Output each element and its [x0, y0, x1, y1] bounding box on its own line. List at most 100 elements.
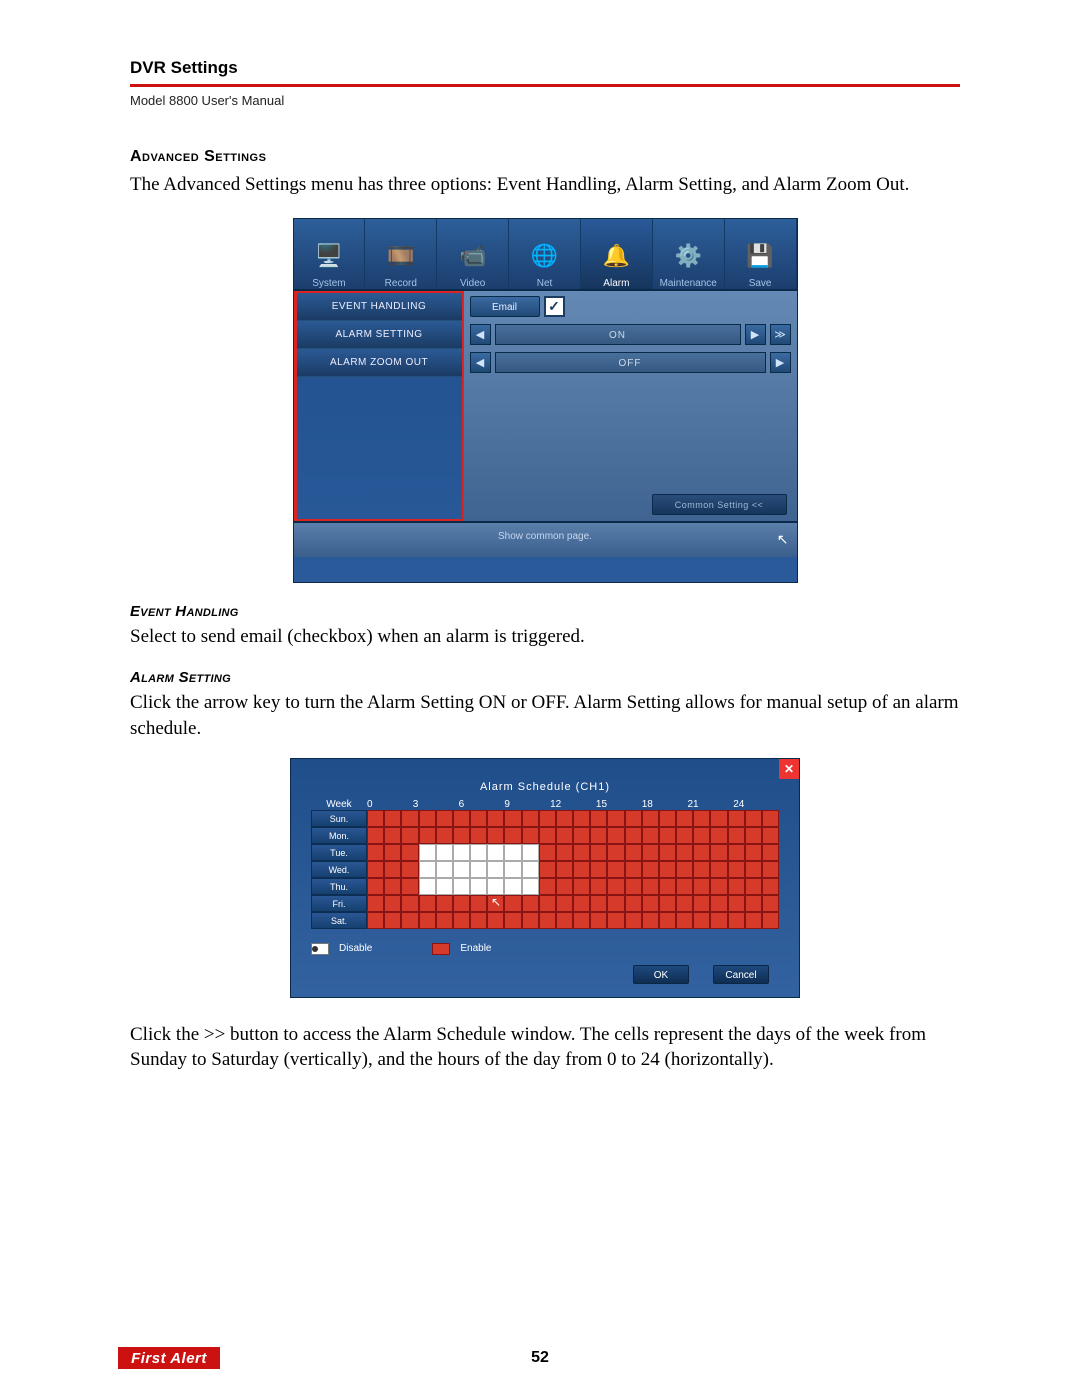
- tab-video[interactable]: 📹Video: [437, 219, 509, 289]
- alarm-setting-left-arrow-icon[interactable]: ◀: [470, 324, 491, 345]
- schedule-cell[interactable]: [573, 912, 590, 929]
- schedule-cell[interactable]: [625, 878, 642, 895]
- schedule-cell[interactable]: [625, 844, 642, 861]
- schedule-cell[interactable]: [659, 827, 676, 844]
- schedule-cell[interactable]: [522, 878, 539, 895]
- schedule-cell[interactable]: [710, 827, 727, 844]
- schedule-cell[interactable]: [710, 912, 727, 929]
- alarm-setting-right-arrow-icon[interactable]: ▶: [745, 324, 766, 345]
- schedule-cell[interactable]: [625, 827, 642, 844]
- schedule-cell[interactable]: [367, 861, 384, 878]
- schedule-cell[interactable]: [659, 878, 676, 895]
- schedule-cell[interactable]: [607, 878, 624, 895]
- schedule-cell[interactable]: [504, 827, 521, 844]
- sidebar-item-event-handling[interactable]: EVENT HANDLING: [297, 293, 462, 321]
- schedule-cell[interactable]: [384, 861, 401, 878]
- alarm-zoom-right-arrow-icon[interactable]: ▶: [770, 352, 791, 373]
- schedule-cell[interactable]: [642, 912, 659, 929]
- schedule-cell[interactable]: [607, 827, 624, 844]
- schedule-cell[interactable]: [762, 878, 779, 895]
- schedule-cell[interactable]: [745, 861, 762, 878]
- schedule-cell[interactable]: [487, 827, 504, 844]
- tab-net[interactable]: 🌐Net: [509, 219, 581, 289]
- schedule-cell[interactable]: [625, 810, 642, 827]
- schedule-cell[interactable]: [453, 861, 470, 878]
- schedule-cell[interactable]: [728, 912, 745, 929]
- schedule-cell[interactable]: [762, 827, 779, 844]
- schedule-cell[interactable]: [710, 810, 727, 827]
- schedule-cell[interactable]: [659, 895, 676, 912]
- schedule-cell[interactable]: [745, 878, 762, 895]
- schedule-cell[interactable]: [522, 844, 539, 861]
- schedule-cell[interactable]: [659, 810, 676, 827]
- schedule-cell[interactable]: [487, 810, 504, 827]
- schedule-cell[interactable]: [419, 878, 436, 895]
- schedule-cell[interactable]: [436, 810, 453, 827]
- schedule-cell[interactable]: [504, 912, 521, 929]
- schedule-cell[interactable]: [401, 895, 418, 912]
- alarm-zoom-left-arrow-icon[interactable]: ◀: [470, 352, 491, 373]
- schedule-cell[interactable]: [504, 878, 521, 895]
- tab-maintenance[interactable]: ⚙️Maintenance: [653, 219, 725, 289]
- schedule-cell[interactable]: [470, 844, 487, 861]
- schedule-cell[interactable]: [401, 878, 418, 895]
- schedule-cell[interactable]: [762, 810, 779, 827]
- schedule-cell[interactable]: [436, 827, 453, 844]
- schedule-cell[interactable]: [522, 827, 539, 844]
- schedule-cell[interactable]: [522, 895, 539, 912]
- schedule-cell[interactable]: [453, 912, 470, 929]
- schedule-cell[interactable]: [625, 895, 642, 912]
- schedule-cell[interactable]: [590, 878, 607, 895]
- schedule-cell[interactable]: [728, 861, 745, 878]
- schedule-cell[interactable]: [762, 844, 779, 861]
- schedule-cell[interactable]: [539, 912, 556, 929]
- schedule-cell[interactable]: [728, 878, 745, 895]
- schedule-cell[interactable]: [642, 878, 659, 895]
- schedule-cell[interactable]: [367, 844, 384, 861]
- schedule-cell[interactable]: [590, 810, 607, 827]
- schedule-cell[interactable]: [745, 844, 762, 861]
- schedule-cell[interactable]: [693, 844, 710, 861]
- email-checkbox[interactable]: ✓: [544, 296, 565, 317]
- schedule-cell[interactable]: [436, 895, 453, 912]
- schedule-cell[interactable]: [607, 912, 624, 929]
- schedule-cell[interactable]: [710, 844, 727, 861]
- schedule-cell[interactable]: [384, 895, 401, 912]
- schedule-cell[interactable]: [573, 844, 590, 861]
- schedule-cell[interactable]: [745, 912, 762, 929]
- schedule-cell[interactable]: [676, 895, 693, 912]
- schedule-cell[interactable]: [436, 912, 453, 929]
- schedule-cell[interactable]: [539, 827, 556, 844]
- schedule-cell[interactable]: [728, 844, 745, 861]
- schedule-cell[interactable]: [401, 912, 418, 929]
- tab-alarm[interactable]: 🔔Alarm: [581, 219, 653, 289]
- schedule-cell[interactable]: [539, 844, 556, 861]
- schedule-cell[interactable]: [642, 810, 659, 827]
- schedule-cell[interactable]: [419, 827, 436, 844]
- schedule-cell[interactable]: [676, 810, 693, 827]
- schedule-cell[interactable]: [676, 861, 693, 878]
- schedule-cell[interactable]: [556, 810, 573, 827]
- schedule-cell[interactable]: [367, 878, 384, 895]
- schedule-cell[interactable]: [367, 895, 384, 912]
- schedule-cell[interactable]: [504, 861, 521, 878]
- schedule-cell[interactable]: [728, 827, 745, 844]
- schedule-cell[interactable]: [470, 878, 487, 895]
- schedule-cell[interactable]: [590, 912, 607, 929]
- schedule-cell[interactable]: [556, 827, 573, 844]
- schedule-cell[interactable]: [762, 895, 779, 912]
- schedule-cell[interactable]: [573, 861, 590, 878]
- schedule-cell[interactable]: [539, 810, 556, 827]
- schedule-cell[interactable]: [419, 810, 436, 827]
- schedule-cell[interactable]: [607, 844, 624, 861]
- schedule-cell[interactable]: [401, 861, 418, 878]
- tab-save[interactable]: 💾Save: [725, 219, 797, 289]
- tab-system[interactable]: 🖥️System: [294, 219, 366, 289]
- schedule-cell[interactable]: [607, 895, 624, 912]
- schedule-cell[interactable]: [453, 878, 470, 895]
- schedule-cell[interactable]: [710, 895, 727, 912]
- schedule-cell[interactable]: [504, 810, 521, 827]
- schedule-cell[interactable]: [367, 810, 384, 827]
- schedule-cell[interactable]: [556, 895, 573, 912]
- schedule-cell[interactable]: [762, 861, 779, 878]
